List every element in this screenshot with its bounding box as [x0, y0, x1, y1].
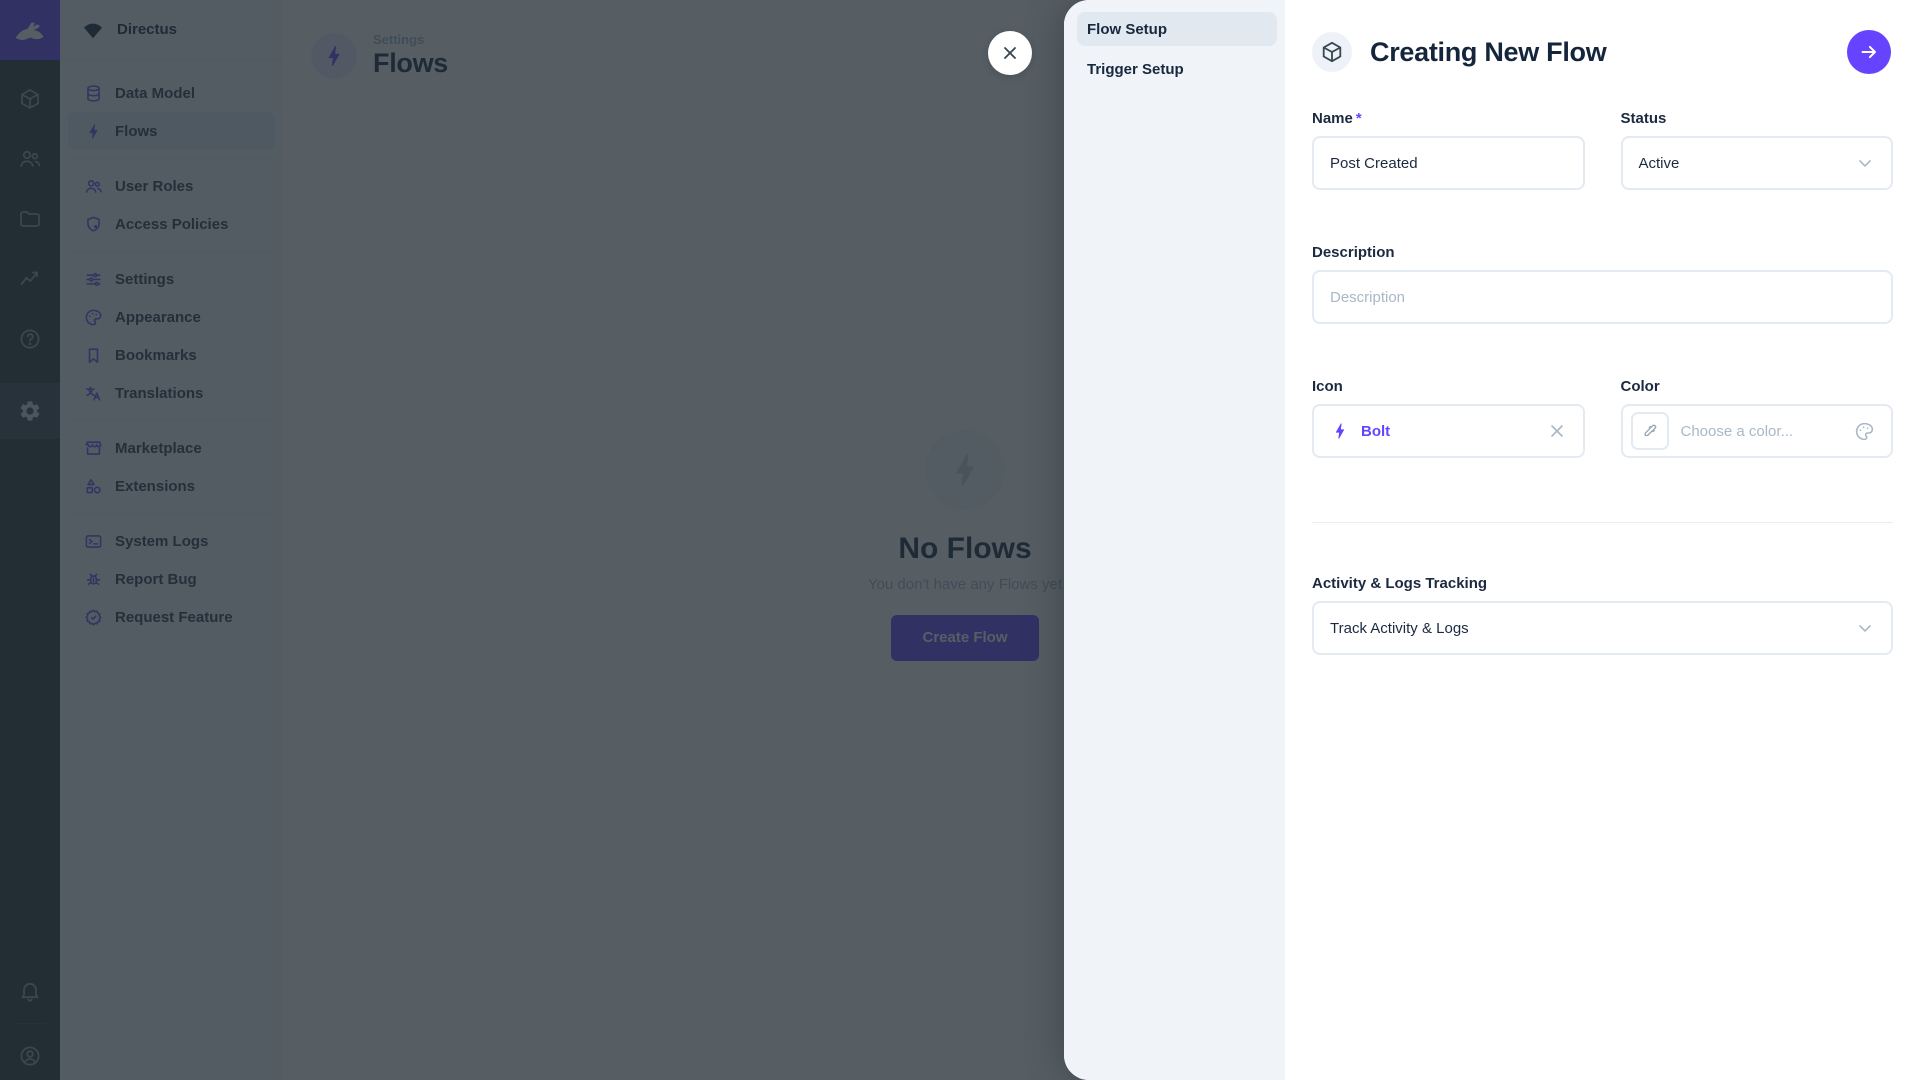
name-input[interactable]: [1312, 136, 1585, 190]
flow-setup-form: Name* Status Active Description: [1312, 110, 1893, 655]
icon-label: Icon: [1312, 378, 1585, 395]
status-select[interactable]: Active: [1621, 136, 1894, 190]
icon-value: Bolt: [1361, 423, 1390, 440]
drawer-close-button[interactable]: [988, 31, 1032, 75]
app-root: Directus Data Model Flows User Role: [0, 0, 1920, 1080]
color-label: Color: [1621, 378, 1894, 395]
cube-icon: [1320, 40, 1344, 64]
eyedropper-icon: [1641, 422, 1659, 440]
chevron-down-icon: [1855, 618, 1875, 638]
required-asterisk: *: [1356, 110, 1362, 127]
status-field-group: Status Active: [1621, 110, 1894, 190]
tracking-value: Track Activity & Logs: [1330, 620, 1469, 637]
description-field-group: Description: [1312, 244, 1893, 324]
clear-icon[interactable]: [1547, 421, 1567, 441]
color-swatch-button[interactable]: [1631, 412, 1669, 450]
tracking-label: Activity & Logs Tracking: [1312, 575, 1893, 592]
chevron-down-icon: [1855, 153, 1875, 173]
drawer-title: Creating New Flow: [1370, 37, 1606, 68]
drawer-header-icon-circle: [1312, 32, 1352, 72]
color-field-group: Color Choose a color...: [1621, 378, 1894, 458]
drawer-content: Creating New Flow Name* S: [1285, 0, 1920, 1080]
icon-picker[interactable]: Bolt: [1312, 404, 1585, 458]
tracking-field-group: Activity & Logs Tracking Track Activity …: [1312, 575, 1893, 655]
status-label: Status: [1621, 110, 1894, 127]
bolt-icon: [1330, 421, 1350, 441]
form-divider: [1312, 522, 1893, 523]
color-picker[interactable]: Choose a color...: [1621, 404, 1894, 458]
drawer-nav: Flow Setup Trigger Setup: [1064, 0, 1285, 1080]
create-flow-drawer: Flow Setup Trigger Setup Creating New Fl…: [1064, 0, 1920, 1080]
description-input[interactable]: [1312, 270, 1893, 324]
status-value: Active: [1639, 155, 1680, 172]
arrow-right-icon: [1858, 41, 1880, 63]
name-label: Name*: [1312, 110, 1585, 127]
tracking-select[interactable]: Track Activity & Logs: [1312, 601, 1893, 655]
close-icon: [1000, 43, 1020, 63]
drawer-save-button[interactable]: [1847, 30, 1891, 74]
drawer-nav-flow-setup[interactable]: Flow Setup: [1077, 12, 1277, 46]
drawer-header: Creating New Flow: [1312, 30, 1893, 74]
color-placeholder: Choose a color...: [1681, 423, 1794, 440]
description-label: Description: [1312, 244, 1893, 261]
drawer-nav-trigger-setup[interactable]: Trigger Setup: [1077, 54, 1277, 84]
palette-icon[interactable]: [1854, 421, 1875, 442]
name-field-group: Name*: [1312, 110, 1585, 190]
icon-field-group: Icon Bolt: [1312, 378, 1585, 458]
